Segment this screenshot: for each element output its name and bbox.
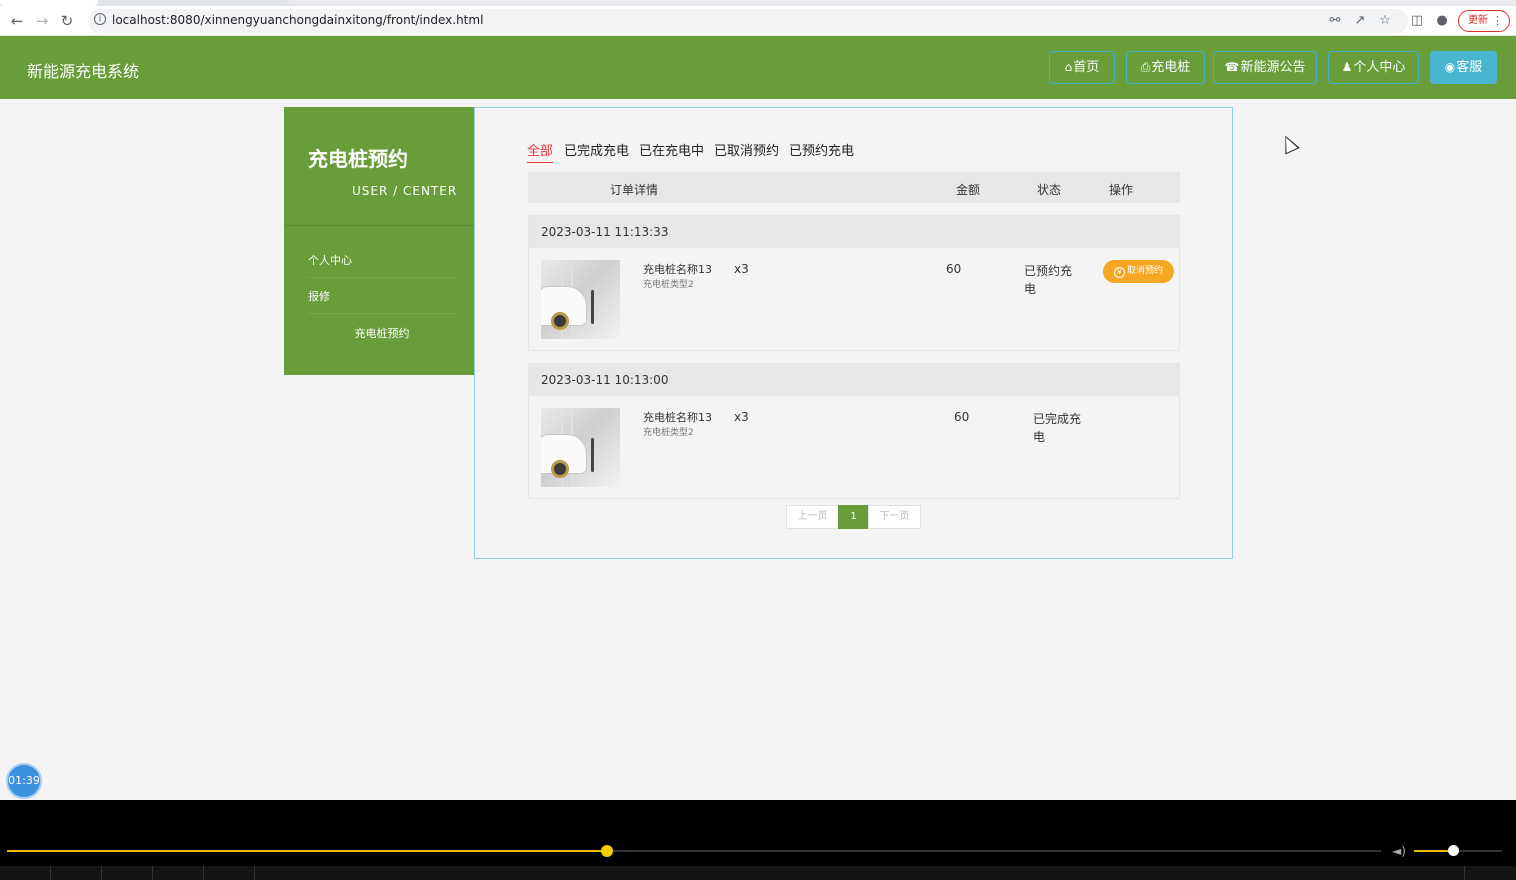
nav-user-center-label: 个人中心 [1353, 60, 1405, 75]
order-row: 2023-03-11 11:13:33 充电桩名称13 充电桩类型2 x3 60… [528, 215, 1180, 351]
order-time: 2023-03-11 10:13:00 [529, 364, 1179, 396]
user-icon: ♟ [1342, 52, 1353, 82]
strip-divider [152, 866, 153, 880]
order-panel: 全部 已完成充电 已在充电中 已取消预约 已预约充电 订单详情 金额 状态 操作… [474, 107, 1233, 559]
volume-handle[interactable] [1448, 845, 1459, 856]
column-action: 操作 [1109, 181, 1133, 198]
product-quantity: x3 [734, 262, 749, 276]
cancel-booking-button[interactable]: ¥取消预约 [1103, 260, 1174, 283]
video-player-bar: ◄) [0, 800, 1516, 880]
pagination: 上一页 1 下一页 [786, 505, 923, 529]
order-row: 2023-03-11 10:13:00 充电桩名称13 充电桩类型2 x3 60… [528, 363, 1180, 499]
product-image[interactable] [541, 260, 620, 339]
bullhorn-icon: ☎ [1225, 52, 1240, 82]
site-title: 新能源充电系统 [27, 58, 139, 82]
back-icon[interactable]: ← [7, 11, 27, 31]
nav-home-label: 首页 [1073, 60, 1099, 75]
seek-played [7, 850, 607, 852]
nav-user-center[interactable]: ♟个人中心 [1328, 51, 1419, 84]
strip-divider [101, 866, 102, 880]
product-image[interactable] [541, 408, 620, 487]
nav-support-label: 客服 [1456, 60, 1482, 75]
home-icon: ⌂ [1065, 52, 1073, 82]
sidebar-item-repair[interactable]: 报修 [308, 280, 456, 314]
next-page-button[interactable]: 下一页 [868, 505, 921, 529]
prev-page-button[interactable]: 上一页 [786, 505, 839, 529]
update-label: 更新 [1468, 15, 1488, 26]
nav-support[interactable]: ◉客服 [1430, 51, 1497, 84]
star-icon[interactable]: ☆ [1376, 11, 1394, 31]
strip-divider [203, 866, 204, 880]
tab-cancelled[interactable]: 已取消预约 [714, 140, 779, 162]
image-detail [591, 290, 594, 324]
sidebar-item-user-center[interactable]: 个人中心 [308, 244, 456, 278]
strip-divider [50, 866, 51, 880]
order-status: 已完成充电 [1033, 410, 1089, 446]
cancel-booking-label: 取消预约 [1127, 266, 1163, 276]
tab-all[interactable]: 全部 [527, 140, 553, 163]
sidebar-subtitle: USER / CENTER [352, 184, 457, 198]
volume-level [1414, 850, 1453, 852]
seek-bar[interactable] [7, 850, 1381, 852]
strip-divider [1464, 866, 1465, 880]
volume-slider[interactable] [1414, 850, 1502, 852]
table-header: 订单详情 金额 状态 操作 [528, 172, 1180, 203]
sidebar-divider [284, 225, 474, 226]
address-bar[interactable]: i localhost:8080/xinnengyuanchongdainxit… [88, 9, 1408, 33]
nav-home[interactable]: ⌂首页 [1049, 51, 1115, 84]
product-name[interactable]: 充电桩名称13 [643, 261, 712, 277]
page-number-button[interactable]: 1 [838, 505, 869, 529]
seek-handle[interactable] [601, 845, 613, 857]
nav-announcements-label: 新能源公告 [1240, 60, 1305, 75]
timer-badge[interactable]: 01:39 [6, 763, 42, 799]
update-button[interactable]: 更新 ⋮ [1458, 10, 1510, 32]
image-detail [551, 312, 569, 330]
sidebar-item-charger-booking[interactable]: 充电桩预约 [308, 317, 456, 351]
key-icon[interactable]: ⚯ [1326, 11, 1344, 31]
nav-charger-label: 充电桩 [1151, 60, 1190, 75]
yen-icon: ¥ [1114, 267, 1125, 278]
column-status: 状态 [1037, 181, 1061, 198]
product-type: 充电桩类型2 [643, 425, 694, 438]
order-status: 已预约充电 [1024, 262, 1080, 298]
charger-icon: ⎙ [1141, 52, 1151, 82]
sidebar-title: 充电桩预约 [308, 143, 408, 172]
menu-dots-icon[interactable]: ⋮ [1492, 11, 1503, 31]
share-icon[interactable]: ↗ [1351, 11, 1369, 31]
nav-charger[interactable]: ⎙充电桩 [1126, 51, 1205, 84]
reload-icon[interactable]: ↻ [57, 11, 77, 31]
order-amount: 60 [946, 262, 961, 276]
support-icon: ◉ [1445, 52, 1455, 82]
image-detail [551, 460, 569, 478]
image-detail [591, 438, 594, 472]
strip-divider [254, 866, 255, 880]
player-bottom-strip [0, 866, 1516, 880]
url-text: localhost:8080/xinnengyuanchongdainxiton… [112, 13, 483, 27]
forward-icon[interactable]: → [32, 11, 52, 31]
site-info-icon[interactable]: i [94, 13, 106, 25]
order-time: 2023-03-11 11:13:33 [529, 216, 1179, 248]
nav-announcements[interactable]: ☎新能源公告 [1213, 51, 1317, 84]
product-quantity: x3 [734, 410, 749, 424]
product-name[interactable]: 充电桩名称13 [643, 409, 712, 425]
tab-charging[interactable]: 已在充电中 [639, 140, 704, 162]
tab-booked[interactable]: 已预约充电 [789, 140, 854, 162]
browser-toolbar: ← → ↻ i localhost:8080/xinnengyuanchongd… [0, 6, 1516, 36]
side-panel-icon[interactable]: ◫ [1408, 11, 1426, 31]
column-amount: 金额 [956, 181, 980, 198]
profile-icon[interactable]: ● [1433, 11, 1451, 31]
site-header: 新能源充电系统 ⌂首页 ⎙充电桩 ☎新能源公告 ♟个人中心 ◉客服 [0, 36, 1516, 99]
order-amount: 60 [954, 410, 969, 424]
sidebar: 充电桩预约 USER / CENTER 个人中心 报修 充电桩预约 [284, 107, 474, 375]
product-type: 充电桩类型2 [643, 277, 694, 290]
column-detail: 订单详情 [610, 181, 658, 198]
tab-completed[interactable]: 已完成充电 [564, 140, 629, 162]
volume-icon[interactable]: ◄) [1392, 844, 1408, 858]
